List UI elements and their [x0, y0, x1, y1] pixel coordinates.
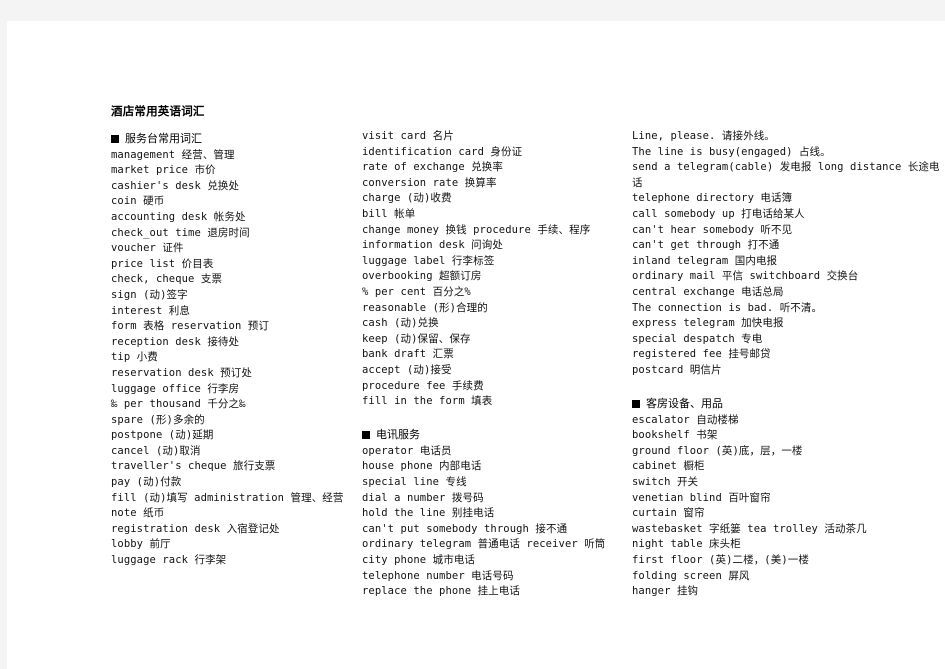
glossary-entry: cabinet 橱柜 [632, 460, 705, 473]
section-header-label: 电讯服务 [376, 428, 420, 442]
glossary-entry: escalator 自动楼梯 [632, 413, 739, 426]
page-title: 酒店常用英语词汇 [111, 104, 205, 118]
glossary-entry: can't get through 打不通 [632, 239, 780, 252]
square-bullet-icon [111, 135, 119, 143]
document-page: 酒店常用英语词汇 服务台常用词汇 management 经营、管理 market… [7, 21, 945, 669]
glossary-entry: city phone 城市电话 [362, 554, 476, 567]
glossary-entry: house phone 内部电话 [362, 460, 482, 473]
section-header-front-desk: 服务台常用词汇 [111, 131, 359, 148]
section-header-room-equipment: 客房设备、用品 [632, 396, 942, 413]
glossary-entry: sign (动)签字 [111, 288, 188, 301]
glossary-entry: overbooking 超额订房 [362, 270, 482, 283]
glossary-entry: cashier's desk 兑换处 [111, 179, 240, 192]
glossary-entry: traveller's cheque 旅行支票 [111, 460, 276, 473]
glossary-entry: pay (动)付款 [111, 476, 182, 489]
glossary-entry: special line 专线 [362, 476, 467, 489]
glossary-entry: curtain 窗帘 [632, 507, 705, 520]
glossary-entry: reasonable (形)合理的 [362, 301, 488, 314]
glossary-entry: switch 开关 [632, 476, 699, 489]
glossary-entry: postcard 明信片 [632, 363, 722, 376]
glossary-entry: note 纸币 [111, 507, 165, 520]
glossary-entry: ‰ per thousand 千分之‰ [111, 398, 246, 411]
section-header-label: 服务台常用词汇 [125, 132, 202, 145]
glossary-entry: spare (形)多余的 [111, 413, 205, 426]
glossary-entry: % per cent 百分之% [362, 285, 471, 298]
glossary-entry: registered fee 挂号邮贷 [632, 348, 771, 361]
glossary-entry: special despatch 专电 [632, 332, 763, 345]
glossary-entry: luggage office 行李房 [111, 382, 240, 395]
glossary-entry: first floor (英)二楼，(美)一楼 [632, 554, 809, 567]
glossary-entry: rate of exchange 兑换率 [362, 161, 503, 174]
glossary-entry: form 表格 reservation 预订 [111, 320, 269, 333]
column-middle: visit card 名片 identification card 身份证 ra… [362, 129, 620, 600]
glossary-entry: ordinary mail 平信 switchboard 交换台 [632, 270, 859, 283]
glossary-entry: hold the line 别挂电话 [362, 507, 495, 520]
glossary-entry: voucher 证件 [111, 242, 184, 255]
glossary-entry: luggage label 行李标签 [362, 254, 495, 267]
glossary-entry: accept (动)接受 [362, 363, 452, 376]
glossary-entry: cancel (动)取消 [111, 444, 201, 457]
glossary-entry: bank draft 汇票 [362, 348, 454, 361]
square-bullet-icon [632, 400, 640, 409]
glossary-entry: inland telegram 国内电报 [632, 254, 778, 267]
glossary-entry: price list 价目表 [111, 257, 214, 270]
glossary-entry: postpone (动)延期 [111, 429, 214, 442]
glossary-entry: The connection is bad. 听不清。 [632, 301, 823, 314]
glossary-entry: dial a number 拨号码 [362, 491, 484, 504]
square-bullet-icon [362, 431, 370, 440]
glossary-entry: change money 换钱 procedure 手续、程序 [362, 223, 591, 236]
glossary-entry: information desk 问询处 [362, 239, 503, 252]
section-header-telecom: 电讯服务 [362, 427, 620, 444]
glossary-entry: operator 电话员 [362, 444, 452, 457]
glossary-entry: wastebasket 字纸篓 tea trolley 活动茶几 [632, 522, 867, 535]
glossary-entry: ordinary telegram 普通电话 receiver 听筒 [362, 538, 606, 551]
glossary-entry: keep (动)保留、保存 [362, 332, 471, 345]
glossary-entry: management 经营、管理 [111, 148, 235, 161]
glossary-entry: luggage rack 行李架 [111, 554, 227, 567]
glossary-entry: express telegram 加快电报 [632, 317, 784, 330]
glossary-entry: can't hear somebody 听不见 [632, 223, 793, 236]
glossary-entry: coin 硬币 [111, 195, 165, 208]
glossary-entry: bookshelf 书架 [632, 429, 718, 442]
glossary-entry: market price 市价 [111, 164, 216, 177]
glossary-entry: conversion rate 换算率 [362, 176, 497, 189]
glossary-entry: reservation desk 预订处 [111, 366, 252, 379]
glossary-entry: folding screen 屏风 [632, 569, 750, 582]
glossary-entry: visit card 名片 [362, 130, 454, 142]
glossary-entry: identification card 身份证 [362, 145, 523, 158]
glossary-entry: can't put somebody through 接不通 [362, 522, 568, 535]
glossary-entry: accounting desk 帐务处 [111, 210, 246, 223]
glossary-entry: The line is busy(engaged) 占线。 [632, 145, 831, 158]
glossary-entry: ground floor (英)底，层，一楼 [632, 444, 803, 457]
glossary-entry: fill (动)填写 administration 管理、经营 [111, 491, 344, 504]
glossary-entry: interest 利息 [111, 304, 190, 317]
glossary-entry: telephone number 电话号码 [362, 569, 514, 582]
glossary-entry: central exchange 电话总局 [632, 285, 784, 298]
glossary-entry: cash (动)兑换 [362, 317, 439, 330]
glossary-entry: replace the phone 挂上电话 [362, 585, 520, 598]
glossary-entry: hanger 挂钩 [632, 585, 699, 598]
glossary-entry: fill in the form 填表 [362, 395, 493, 408]
glossary-entry: reception desk 接待处 [111, 335, 240, 348]
glossary-entry: call somebody up 打电话给某人 [632, 207, 805, 220]
glossary-entry: lobby 前厅 [111, 538, 171, 551]
glossary-entry: Line, please. 请接外线。 [632, 130, 775, 142]
glossary-entry: charge (动)收费 [362, 192, 452, 205]
glossary-entry: procedure fee 手续费 [362, 379, 484, 392]
glossary-entry: registration desk 入宿登记处 [111, 522, 280, 535]
column-right: Line, please. 请接外线。 The line is busy(eng… [632, 129, 942, 600]
glossary-entry: night table 床头柜 [632, 538, 741, 551]
section-header-label: 客房设备、用品 [646, 397, 723, 411]
column-left: 服务台常用词汇 management 经营、管理 market price 市价… [111, 129, 359, 569]
glossary-entry: telephone directory 电话簿 [632, 192, 793, 205]
glossary-entry: send a telegram(cable) 发电报 long distance… [632, 161, 940, 189]
glossary-entry: venetian blind 百叶窗帘 [632, 491, 771, 504]
glossary-entry: tip 小费 [111, 351, 158, 364]
glossary-entry: bill 帐单 [362, 207, 416, 220]
glossary-entry: check_out time 退房时间 [111, 226, 250, 239]
glossary-entry: check, cheque 支票 [111, 273, 223, 286]
